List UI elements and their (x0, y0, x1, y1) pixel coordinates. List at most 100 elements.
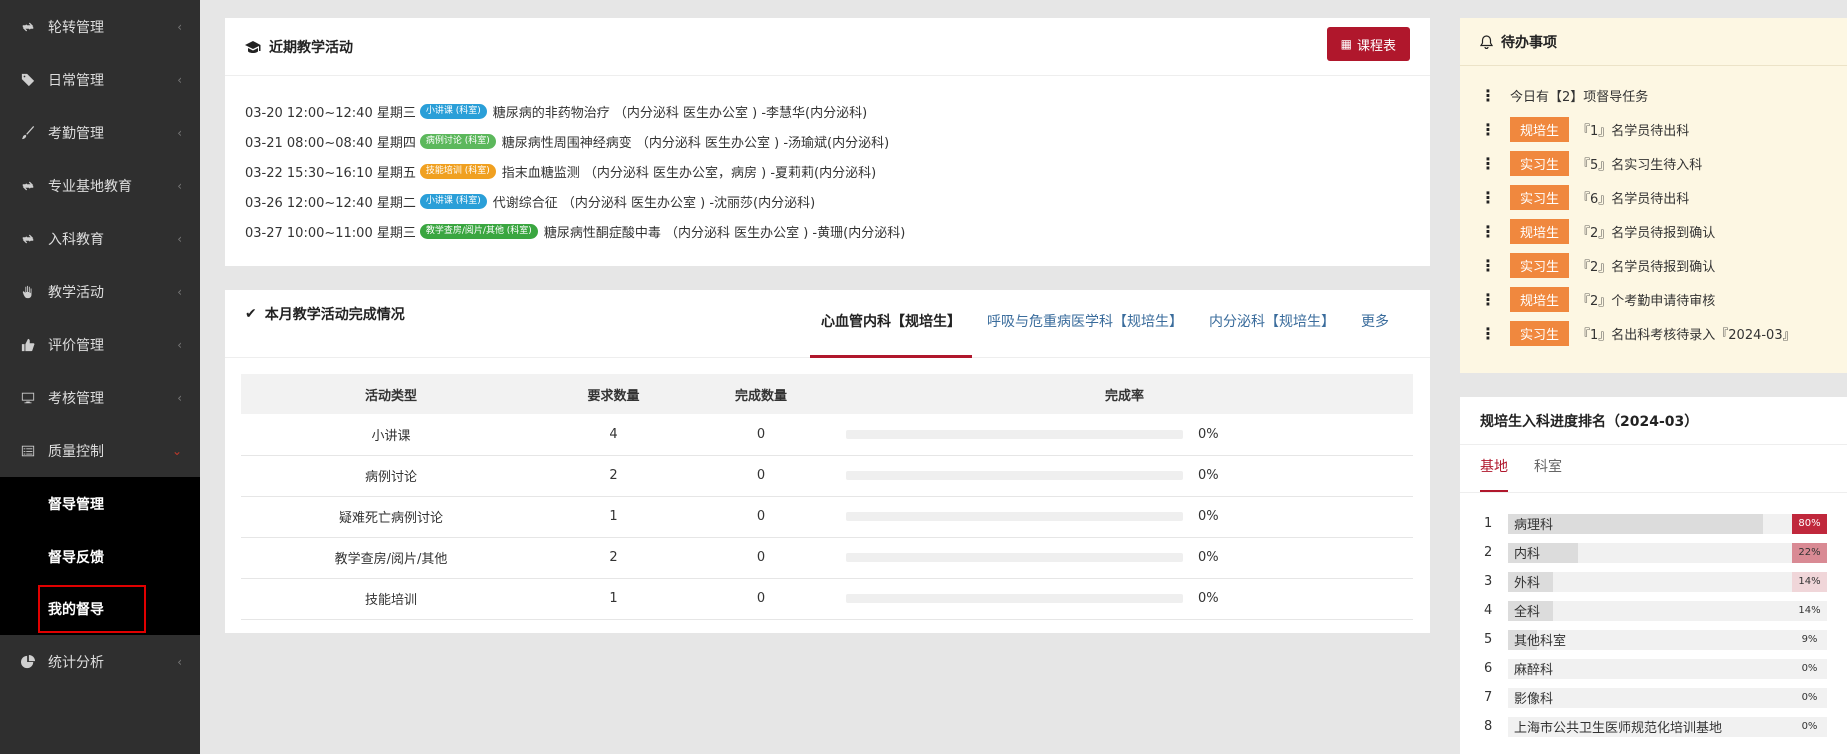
trainee-type-badge: 规培生 (1510, 116, 1570, 142)
sidebar-item-3[interactable]: 专业基地教育 ‹ (0, 159, 200, 212)
todo-text: 『1』名出科考核待录入『2024-03』 (1577, 327, 1796, 343)
todo-item[interactable]: ⋮ 实习生 『5』名实习生待入科 (1480, 146, 1847, 180)
todo-item[interactable]: ⋮ 实习生 『6』名学员待出科 (1480, 180, 1847, 214)
activity-detail: 糖尿病性酮症酸中毒 （内分泌科 医生办公室 ) -黄珊(内分泌科) (543, 225, 906, 241)
sidebar-item-label: 专业基地教育 (48, 178, 132, 195)
monthly-completion-panel: ✔ 本月教学活动完成情况 心血管内科【规培生】 呼吸与危重病医学科【规培生】 内… (225, 290, 1430, 633)
vertical-dots-icon: ⋮ (1480, 187, 1496, 207)
ranking-name: 内科 (1514, 547, 1541, 562)
sidebar-subitem-my-supervision[interactable]: 我的督导 (36, 583, 148, 635)
sidebar-item-7[interactable]: 考核管理 ‹ (0, 371, 200, 424)
ranking-name: 其他科室 (1514, 634, 1567, 649)
ranking-row: 3 外科 14% (1484, 567, 1827, 596)
tab-endocrinology[interactable]: 内分泌科【规培生】 (1198, 290, 1346, 358)
ranking-row: 2 内科 22% (1484, 538, 1827, 567)
activity-type-badge: 小讲课 (科室) (419, 103, 487, 119)
ranking-panel: 规培生入科进度排名（2024-03） 基地 科室 1 病理科 80% 2 内科 22% 3 外… (1460, 397, 1847, 754)
activity-type-badge: 小讲课 (科室) (419, 193, 487, 209)
chevron-left-icon: ‹ (177, 654, 182, 669)
sidebar-item-4[interactable]: 入科教育 ‹ (0, 212, 200, 265)
table-row: 教学查房/阅片/其他 2 0 0% (241, 537, 1413, 579)
schedule-button[interactable]: ▦ 课程表 (1326, 27, 1410, 61)
todo-item[interactable]: ⋮ 规培生 『2』个考勤申请待审核 (1480, 282, 1847, 316)
activity-type-cell: 病例讨论 (241, 455, 541, 497)
trainee-type-badge: 实习生 (1510, 320, 1570, 346)
ranking-progress-bar: 其他科室 9% (1508, 629, 1827, 650)
sidebar-subitem-supervision-feedback[interactable]: 督导反馈 (0, 530, 200, 583)
todo-text: 『1』名学员待出科 (1577, 123, 1690, 139)
sidebar-item-0[interactable]: 轮转管理 ‹ (0, 0, 200, 53)
activity-time: 03-22 15:30~16:10 星期五 (245, 165, 416, 181)
trainee-type-badge: 实习生 (1510, 184, 1570, 210)
todo-text: 今日有【2】项督导任务 (1510, 89, 1649, 105)
ranking-name: 全科 (1514, 605, 1541, 620)
chevron-left-icon: ‹ (177, 231, 182, 246)
activity-type-badge: 病例讨论 (科室) (419, 133, 496, 149)
tab-respiratory[interactable]: 呼吸与危重病医学科【规培生】 (976, 290, 1194, 358)
done-count-cell: 0 (686, 455, 836, 497)
tab-department[interactable]: 科室 (1534, 445, 1562, 492)
todo-text: 『5』名实习生待入科 (1577, 157, 1703, 173)
activity-time: 03-26 12:00~12:40 星期二 (245, 195, 416, 211)
sidebar-subitem-supervision-management[interactable]: 督导管理 (0, 477, 200, 530)
completion-progress-bar (846, 553, 1183, 562)
todo-item[interactable]: ⋮ 规培生 『2』名学员待报到确认 (1480, 214, 1847, 248)
chevron-left-icon: ‹ (177, 178, 182, 193)
recent-activities-panel: 近期教学活动 ▦ 课程表 03-20 12:00~12:40 星期三 小讲课 (科… (225, 18, 1430, 266)
todo-item[interactable]: ⋮ 实习生 『2』名学员待报到确认 (1480, 248, 1847, 282)
column-header: 要求数量 (541, 374, 686, 414)
chevron-left-icon: ‹ (177, 337, 182, 352)
activity-row[interactable]: 03-26 12:00~12:40 星期二 小讲课 (科室) 代谢综合征 （内分泌科… (245, 186, 1410, 216)
sidebar-submenu-quality: 督导管理 督导反馈 我的督导 (0, 477, 200, 635)
sidebar-item-label: 考核管理 (48, 390, 104, 407)
sidebar-item-statistics[interactable]: 统计分析 ‹ (0, 635, 200, 688)
todo-text: 『2』名学员待报到确认 (1577, 259, 1716, 275)
brush-icon (20, 125, 36, 141)
sidebar-item-label: 质量控制 (48, 443, 104, 460)
required-count-cell: 1 (541, 496, 686, 538)
sidebar-item-8[interactable]: 质量控制 ⌄ (0, 424, 200, 477)
activity-time: 03-27 10:00~11:00 星期三 (245, 225, 416, 241)
recent-activities-title: 近期教学活动 (269, 39, 353, 56)
sidebar-item-5[interactable]: 教学活动 ‹ (0, 265, 200, 318)
todo-item[interactable]: ⋮ 实习生 『1』名出科考核待录入『2024-03』 (1480, 316, 1847, 350)
monitor-icon (20, 390, 36, 406)
chevron-left-icon: ‹ (177, 19, 182, 34)
activity-row[interactable]: 03-20 12:00~12:40 星期三 小讲课 (科室) 糖尿病的非药物治疗 （… (245, 96, 1410, 126)
ranking-row: 5 其他科室 9% (1484, 625, 1827, 654)
completion-table: 活动类型 要求数量 完成数量 完成率 小讲课 4 0 0% 病例讨论 2 0 0% 疑难死亡病例… (241, 374, 1413, 620)
activity-row[interactable]: 03-27 10:00~11:00 星期三 教学查房/阅片/其他 (科室) 糖尿病性… (245, 216, 1410, 246)
completion-rate-text: 0% (1198, 509, 1219, 524)
chevron-left-icon: ‹ (177, 72, 182, 87)
graduation-cap-icon (245, 40, 261, 54)
activity-row[interactable]: 03-21 08:00~08:40 星期四 病例讨论 (科室) 糖尿病性周围神经病变… (245, 126, 1410, 156)
column-header: 完成率 (836, 374, 1413, 414)
rank-number: 6 (1484, 661, 1493, 676)
sidebar-item-label: 统计分析 (48, 654, 104, 671)
tab-more[interactable]: 更多 (1350, 290, 1400, 358)
required-count-cell: 4 (541, 414, 686, 456)
done-count-cell: 0 (686, 414, 836, 456)
activity-row[interactable]: 03-22 15:30~16:10 星期五 技能培训 (科室) 指末血糖监测 （内分… (245, 156, 1410, 186)
completion-rate-text: 0% (1198, 591, 1219, 606)
activity-type-badge: 教学查房/阅片/其他 (科室) (419, 223, 538, 239)
panel-title: 近期教学活动 (245, 37, 353, 57)
sidebar-item-label: 轮转管理 (48, 19, 104, 36)
completion-rate-text: 0% (1198, 468, 1219, 483)
ranking-name: 外科 (1514, 576, 1541, 591)
completion-rate-text: 0% (1198, 426, 1219, 442)
ranking-percent: 22% (1792, 542, 1827, 563)
sidebar-item-6[interactable]: 评价管理 ‹ (0, 318, 200, 371)
required-count-cell: 2 (541, 455, 686, 497)
ranking-row: 7 影像科 0% (1484, 683, 1827, 712)
ranking-progress-bar: 内科 22% (1508, 542, 1827, 563)
tab-base[interactable]: 基地 (1480, 445, 1508, 492)
todo-item[interactable]: ⋮ 规培生 『1』名学员待出科 (1480, 112, 1847, 146)
rank-number: 2 (1484, 545, 1493, 560)
sidebar-item-label: 日常管理 (48, 72, 104, 89)
sidebar-item-1[interactable]: 日常管理 ‹ (0, 53, 200, 106)
tab-cardiology[interactable]: 心血管内科【规培生】 (810, 290, 972, 358)
todo-item[interactable]: ⋮ 今日有【2】项督导任务 (1480, 78, 1847, 112)
done-count-cell: 0 (686, 537, 836, 579)
sidebar-item-2[interactable]: 考勤管理 ‹ (0, 106, 200, 159)
